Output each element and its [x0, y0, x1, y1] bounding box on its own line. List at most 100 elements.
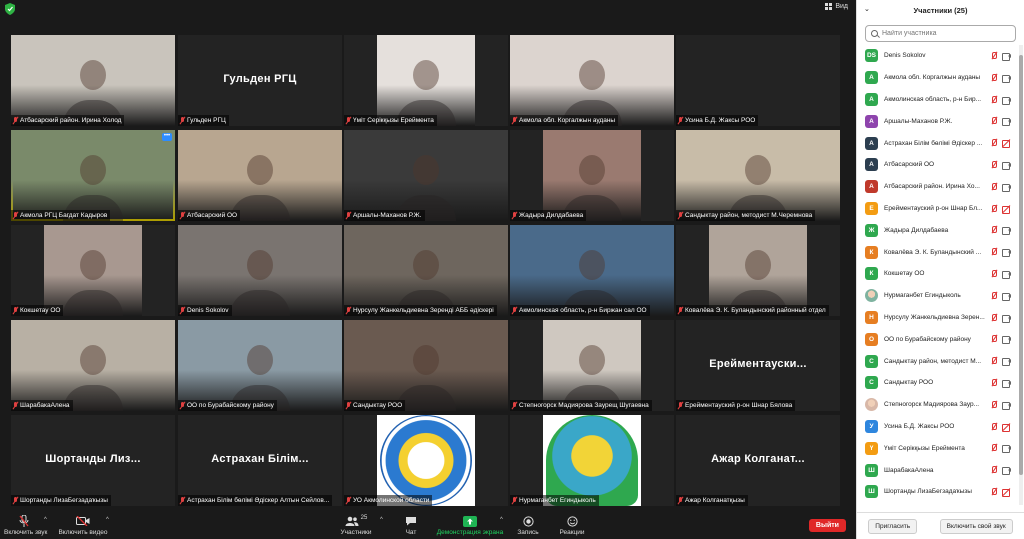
video-tile[interactable]: Акмолинская область, р-н Биржан сал ОО	[510, 225, 674, 316]
participant-row[interactable]: А Акмола обл. Коргалжын ауданы	[857, 67, 1017, 89]
camera-off-icon	[1002, 140, 1011, 149]
leave-button[interactable]: Выйти	[808, 519, 846, 532]
participant-row[interactable]: У Усина Б.Д. Жаксы РОО	[857, 416, 1017, 438]
tile-name-label: Астрахан Білім бөлімі Әдіскер Алтын Сейл…	[178, 495, 333, 506]
participant-row[interactable]: А Атбасарский ОО	[857, 154, 1017, 176]
mic-muted-icon	[180, 402, 185, 409]
participant-row[interactable]: Ү Үміт Серікқызы Ереймента	[857, 437, 1017, 459]
participant-row[interactable]: Е Ерейментауский р-он Шнар Бл...	[857, 198, 1017, 220]
video-tile[interactable]: Степногорск Мадиярова Заурещ Шугаевна	[510, 320, 674, 411]
video-tile[interactable]: Ажар Колганат... Ажар Колганатқызы	[676, 415, 840, 506]
participant-row[interactable]: Ш ШарабакаАлена	[857, 459, 1017, 481]
participant-row[interactable]: С Сандыктау район, методист М...	[857, 350, 1017, 372]
camera-on-icon	[1002, 379, 1011, 388]
participant-display-name: Ерейментауски...	[709, 358, 807, 370]
more-options-icon[interactable]: •••	[162, 133, 172, 141]
video-tile[interactable]: Астрахан Білім... Астрахан Білім бөлімі Ә…	[178, 415, 342, 506]
start-video-button[interactable]: Включить видео	[58, 515, 108, 536]
video-tile[interactable]: УО Акмолинской области	[344, 415, 508, 506]
participant-status-icons	[991, 400, 1011, 410]
participant-row[interactable]: Н Нурсулу Жанкельдиевна Зерен...	[857, 307, 1017, 329]
video-tile[interactable]: Үміт Серікқызы Ереймента	[344, 35, 508, 126]
video-tile[interactable]: Ерейментауски... Ерейментауский р-он Шнар…	[676, 320, 840, 411]
mic-muted-icon	[678, 402, 683, 409]
video-tile[interactable]: Кокшетау ОО	[11, 225, 175, 316]
participant-list-scrollbar[interactable]	[1019, 45, 1023, 505]
participant-row[interactable]: А Астрахан Білім бөлімі Әдіскер ...	[857, 132, 1017, 154]
unmute-label: Включить звук	[4, 529, 48, 536]
video-tile[interactable]: Аршалы-Маханов Р.Ж.	[344, 130, 508, 221]
tile-participant-name: Сандыктау РОО	[353, 402, 403, 409]
video-tile[interactable]: Акмола РГЦ Багдат Кадыров •••	[11, 130, 175, 221]
avatar: А	[865, 114, 878, 128]
mic-muted-icon	[991, 182, 997, 191]
panel-header: ⌄ Участники (25)	[857, 0, 1024, 20]
panel-title: Участники (25)	[913, 5, 968, 15]
avatar	[865, 398, 878, 412]
video-options-caret[interactable]: ^	[106, 517, 109, 523]
participant-row[interactable]: Ж Жадыра Дилдабаева	[857, 219, 1017, 241]
unmute-self-button[interactable]: Включить свой звук	[939, 518, 1013, 534]
video-tile[interactable]: Усина Б.Д. Жаксы РОО	[676, 35, 840, 126]
mic-muted-icon	[346, 497, 351, 504]
reactions-button[interactable]: Реакции	[554, 515, 590, 536]
participant-row[interactable]: Ш Шортанды ЛизаБегзадаҡызы	[857, 481, 1017, 503]
video-feed	[709, 225, 807, 316]
camera-off-icon	[1002, 205, 1011, 214]
participant-search-input[interactable]	[882, 30, 1012, 37]
video-tile[interactable]: Атбасарский район. Ирина Холод	[11, 35, 175, 126]
participants-caret[interactable]: ^	[380, 517, 383, 523]
video-tile[interactable]: ОО по Бурабайскому району	[178, 320, 342, 411]
avatar: DS	[865, 49, 878, 63]
record-button[interactable]: Запись	[512, 515, 544, 536]
video-tile[interactable]: Нурсулу Жанкельдиевна Зеренді АББ әдіске…	[344, 225, 508, 316]
video-tile[interactable]: Сандыктау РОО	[344, 320, 508, 411]
video-tile[interactable]: Гульден РГЦ Гульден РГЦ	[178, 35, 342, 126]
participant-row[interactable]: С Сандыктау РОО	[857, 372, 1017, 394]
participant-status-icons	[991, 117, 1011, 127]
video-tile[interactable]: Нурмаганбет Егиндыколь	[510, 415, 674, 506]
video-tile[interactable]: Сандыктау район, методист М.Черемнова	[676, 130, 840, 221]
view-button[interactable]: Вид	[825, 3, 848, 10]
audio-options-caret[interactable]: ^	[44, 517, 47, 523]
share-screen-button[interactable]: Демонстрация экрана	[432, 515, 508, 536]
avatar: Ү	[865, 441, 878, 455]
participant-name: Кокшетау ОО	[884, 270, 925, 278]
grid-view-icon	[825, 3, 833, 10]
video-tile[interactable]: Жадыра Дилдабаева	[510, 130, 674, 221]
video-tile[interactable]: Шортанды Лиз... Шортанды ЛизаБегзадаҡызы	[11, 415, 175, 506]
mic-muted-icon	[346, 402, 351, 409]
unmute-button[interactable]: Включить звук	[4, 515, 48, 536]
mic-muted-icon	[512, 497, 517, 504]
participant-row[interactable]: А Акмолинская область, р-н Бир...	[857, 89, 1017, 111]
video-tile[interactable]: Denis Sokolov	[178, 225, 342, 316]
video-tile[interactable]: Ковалёва Э. К. Буландынский районный отд…	[676, 225, 840, 316]
video-tile[interactable]: ШарабакаАлена	[11, 320, 175, 411]
share-options-caret[interactable]: ^	[500, 517, 503, 523]
chat-button[interactable]: Чат	[398, 515, 424, 536]
participant-row[interactable]: Нурмаганбет Егиндыколь	[857, 285, 1017, 307]
participant-search[interactable]	[865, 25, 1016, 42]
participants-button[interactable]: 25 Участники	[338, 515, 374, 536]
security-shield-icon[interactable]	[5, 3, 15, 15]
avatar: А	[865, 71, 878, 85]
tile-name-label: Denis Sokolov	[178, 305, 232, 316]
participant-row[interactable]: О ОО по Бурабайскому району	[857, 328, 1017, 350]
video-tile[interactable]: Акмола обл. Коргалжын ауданы	[510, 35, 674, 126]
tile-participant-name: Сандыктау район, методист М.Черемнова	[685, 212, 813, 219]
tile-name-label: Ковалёва Э. К. Буландынский районный отд…	[676, 305, 829, 316]
participant-row[interactable]: А Аршалы-Маханов Р.Ж.	[857, 110, 1017, 132]
video-tile[interactable]: Атбасарский ОО	[178, 130, 342, 221]
participant-row[interactable]: DS Denis Sokolov	[857, 45, 1017, 67]
participant-row[interactable]: А Атбасарский район. Ирина Хо...	[857, 176, 1017, 198]
participant-row[interactable]: Степногорск Мадиярова Заур...	[857, 394, 1017, 416]
participant-row[interactable]: К Кокшетау ОО	[857, 263, 1017, 285]
participants-count: 25	[360, 515, 368, 521]
avatar: Ш	[865, 463, 878, 477]
collapse-chevron-icon[interactable]: ⌄	[864, 5, 870, 13]
invite-button[interactable]: Пригласить	[868, 518, 918, 534]
video-feed	[44, 225, 142, 316]
share-screen-icon	[463, 515, 477, 527]
mic-muted-icon	[180, 117, 185, 124]
participant-row[interactable]: К Ковалёва Э. К. Буландынский ...	[857, 241, 1017, 263]
